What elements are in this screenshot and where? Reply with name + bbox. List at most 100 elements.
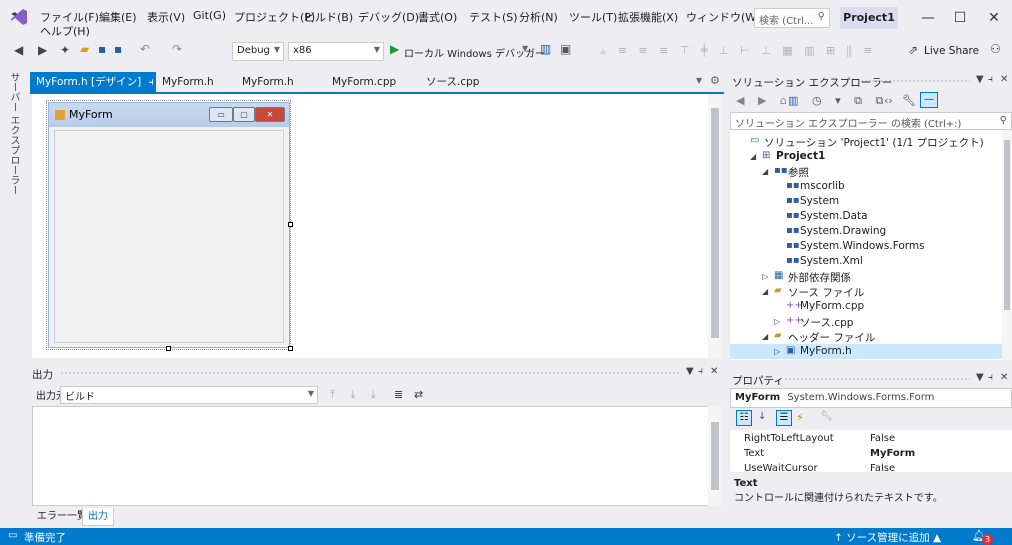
tree-item[interactable]: ▰リソース ファイル	[730, 359, 1002, 360]
open-folder-icon[interactable]: ▰	[80, 42, 89, 56]
scroll-thumb[interactable]	[711, 422, 719, 490]
resize-grip-corner[interactable]	[288, 346, 293, 351]
menu-item[interactable]: テスト(S)	[469, 9, 518, 25]
forward-icon[interactable]: ▶	[38, 43, 47, 57]
tree-item[interactable]: ▷ ▣ MyForm.h	[730, 344, 1002, 359]
tree-item[interactable]: ▷ ▦ 外部依存関係	[730, 269, 1002, 284]
tab-myform-h-2[interactable]: MyForm.h	[236, 72, 300, 92]
property-value[interactable]: MyForm	[870, 448, 915, 459]
form-client-area[interactable]	[54, 130, 284, 343]
resize-grip-right[interactable]	[288, 222, 293, 227]
search-box[interactable]: 検索 (Ctrl... ⚲	[754, 8, 830, 28]
menu-item[interactable]: Git(G)	[193, 9, 226, 22]
preview-selected-icon[interactable]: —	[920, 92, 938, 108]
menu-item[interactable]: ビルド(B)	[304, 9, 353, 25]
expand-toggle-icon[interactable]: ▷	[762, 272, 768, 281]
save-icon[interactable]: ▪	[98, 42, 106, 56]
feedback-icon[interactable]: ⚇	[990, 42, 1001, 56]
solution-explorer-search[interactable]: ソリューション エクスプローラー の検索 (Ctrl+:) ⚲	[730, 112, 1012, 130]
tree-item[interactable]: ◢ ▰ ヘッダー ファイル	[730, 329, 1002, 344]
expand-toggle-icon[interactable]: ◢	[750, 152, 756, 161]
tab-myform-h[interactable]: MyForm.h	[156, 72, 220, 92]
output-scrollbar[interactable]	[708, 406, 722, 506]
designer-scrollbar[interactable]	[708, 94, 722, 358]
pin-icon[interactable]: ⫞	[988, 74, 993, 85]
undo-icon[interactable]: ↶	[140, 42, 150, 56]
form-preview[interactable]: MyForm ▭ ▢ ✕	[48, 102, 290, 348]
screenshot-icon[interactable]: ▣	[560, 42, 571, 56]
settings-gear-icon[interactable]: ⚙	[710, 74, 720, 87]
close-icon[interactable]: ✕	[1000, 372, 1008, 383]
server-explorer-tab[interactable]: サーバー エクスプローラー	[6, 72, 21, 195]
menu-item[interactable]: 編集(E)	[99, 9, 137, 25]
tree-item[interactable]: ▪▪ System.Xml	[730, 254, 1002, 269]
property-row[interactable]: Text MyForm	[730, 447, 1012, 461]
menu-item[interactable]: 拡張機能(X)	[618, 9, 678, 25]
close-icon[interactable]: ✕	[710, 366, 718, 377]
menu-item[interactable]: デバッグ(D)	[358, 9, 419, 25]
tree-item[interactable]: ▪▪ System.Data	[730, 209, 1002, 224]
switch-views-icon[interactable]: ▥	[788, 94, 798, 107]
resize-grip-bottom[interactable]	[166, 346, 171, 351]
solution-scrollbar[interactable]	[1002, 130, 1012, 360]
maximize-button[interactable]: ☐	[944, 6, 976, 30]
se-action-icons[interactable]: ◷ ▾ ⧉ ⧉	[812, 94, 888, 108]
clear-all-icon[interactable]: ≣	[394, 388, 403, 401]
live-share-icon[interactable]: ⇗	[908, 43, 918, 57]
property-value[interactable]: False	[870, 433, 895, 444]
tab-list-dropdown-icon[interactable]: ▼	[696, 76, 702, 85]
platform-dropdown[interactable]: x86 ▼	[288, 42, 384, 61]
property-row[interactable]: UseWaitCursor False	[730, 462, 1012, 472]
tab-source-cpp[interactable]: ソース.cpp	[420, 72, 485, 92]
minimize-button[interactable]: —	[912, 6, 944, 30]
designer-surface[interactable]: MyForm ▭ ▢ ✕	[32, 94, 722, 358]
tree-item[interactable]: ▪▪ System.Drawing	[730, 224, 1002, 239]
scroll-thumb[interactable]	[1004, 140, 1010, 310]
word-wrap-icon[interactable]: ⇄	[414, 388, 423, 401]
alphabetical-icon[interactable]: ↓	[758, 411, 766, 422]
new-project-icon[interactable]: ✦	[60, 43, 70, 57]
panel-dropdown-icon[interactable]: ▼	[686, 366, 694, 377]
expand-toggle-icon[interactable]: ◢	[762, 332, 768, 341]
events-icon[interactable]: ⚡	[796, 411, 804, 424]
properties-icon[interactable]: ☰	[776, 410, 792, 426]
menu-help[interactable]: ヘルプ(H)	[40, 23, 90, 39]
panel-dropdown-icon[interactable]: ▼	[976, 74, 984, 85]
tree-item[interactable]: ++ MyForm.cpp	[730, 299, 1002, 314]
properties-object-selector[interactable]: MyForm System.Windows.Forms.Form	[730, 388, 1012, 408]
expand-toggle-icon[interactable]: ◢	[762, 287, 768, 296]
properties-wrench-icon[interactable]: 🔧︎	[902, 94, 916, 107]
tree-item[interactable]: ▭ ソリューション 'Project1' (1/1 プロジェクト)	[730, 134, 1002, 149]
se-nav-icons[interactable]: ◀ ▶ ⌂	[736, 94, 792, 107]
back-icon[interactable]: ◀	[14, 43, 23, 57]
tab-myform-cpp[interactable]: MyForm.cpp	[326, 72, 402, 92]
save-all-icon[interactable]: ▪	[114, 42, 122, 56]
expand-toggle-icon[interactable]: ◢	[762, 167, 768, 176]
tab-output[interactable]: 出力	[82, 508, 114, 526]
tree-item[interactable]: ▷ ++ ソース.cpp	[730, 314, 1002, 329]
pin-icon[interactable]: ⫞	[698, 366, 703, 377]
property-pages-icon[interactable]: 🔧︎	[820, 411, 833, 422]
pin-icon[interactable]: ⫞	[988, 372, 993, 383]
menu-item[interactable]: 分析(N)	[519, 9, 558, 25]
property-row[interactable]: RightToLeftLayout False	[730, 432, 1012, 446]
menu-item[interactable]: ツール(T)	[569, 9, 617, 25]
configuration-dropdown[interactable]: Debug ▼	[232, 42, 284, 61]
project-name-badge[interactable]: Project1	[840, 7, 898, 29]
expand-toggle-icon[interactable]: ▷	[774, 347, 780, 356]
live-share-button[interactable]: Live Share	[924, 45, 979, 57]
property-value[interactable]: False	[870, 463, 895, 472]
menu-item[interactable]: ウィンドウ(W)	[686, 9, 760, 25]
scroll-thumb[interactable]	[711, 108, 719, 338]
output-source-dropdown[interactable]: ビルド ▼	[60, 386, 318, 404]
menu-item[interactable]: 表示(V)	[147, 9, 185, 25]
output-text-area[interactable]	[32, 406, 722, 506]
close-button[interactable]: ✕	[978, 6, 1010, 30]
tree-item[interactable]: ▪▪ System	[730, 194, 1002, 209]
pin-icon[interactable]: ⫞	[149, 76, 154, 88]
run-icon[interactable]: ▶	[390, 42, 399, 56]
code-view-icon[interactable]: ‹›	[884, 94, 893, 107]
redo-icon[interactable]: ↷	[172, 42, 182, 56]
categorized-icon[interactable]: ☷	[736, 410, 752, 426]
panel-dropdown-icon[interactable]: ▼	[976, 372, 984, 383]
